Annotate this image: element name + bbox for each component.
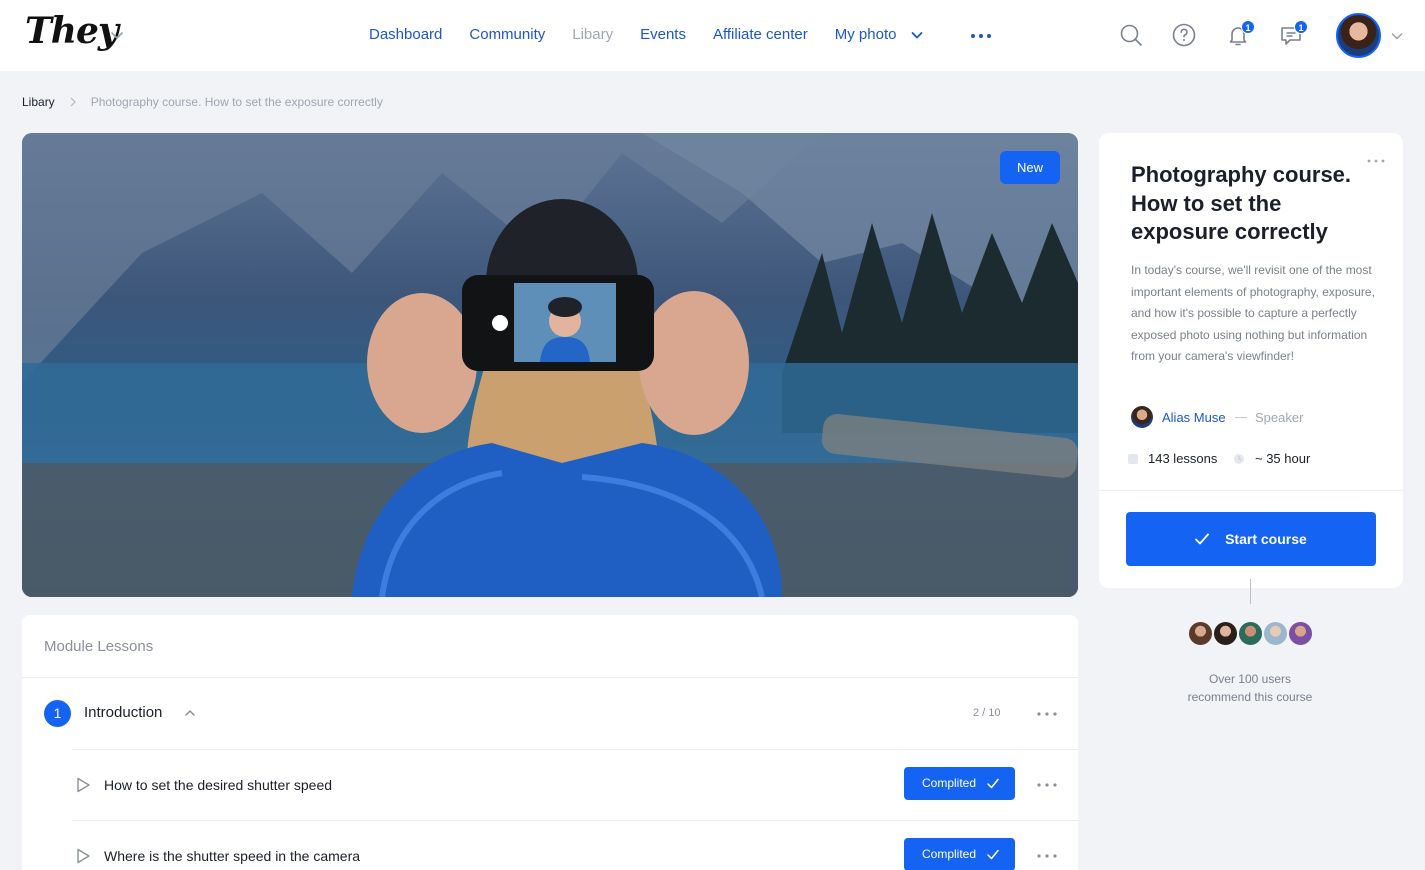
recommend-text: Over 100 users recommend this course [1150, 670, 1350, 706]
section-title: Module Lessons [44, 638, 154, 655]
list-item[interactable]: How to set the desired shutter speed Com… [72, 749, 1078, 820]
start-course-button[interactable]: Start course [1126, 512, 1376, 566]
more-icon[interactable] [969, 28, 993, 44]
new-badge: New [1000, 151, 1060, 184]
avatar[interactable] [1187, 620, 1214, 647]
chevron-right-icon [70, 97, 76, 107]
list-item[interactable]: Where is the shutter speed in the camera… [72, 820, 1078, 870]
cover-illustration [22, 133, 1078, 597]
lessons-icon [1128, 454, 1138, 464]
course-info-panel: Photography course. How to set the expos… [1099, 133, 1403, 588]
completed-label: Complited [922, 776, 977, 790]
avatar[interactable] [1237, 620, 1264, 647]
lesson-title[interactable]: Where is the shutter speed in the camera [104, 848, 360, 864]
nav-my-photo-label: My photo [834, 26, 897, 43]
module-number: 1 [44, 700, 71, 727]
app-logo[interactable]: They [25, 10, 119, 52]
check-icon [987, 778, 999, 789]
divider [72, 749, 1078, 750]
divider [72, 820, 1078, 821]
connector-line [1250, 579, 1251, 604]
check-icon [1195, 533, 1210, 545]
more-icon[interactable] [1036, 709, 1058, 719]
nav-dashboard[interactable]: Dashboard [369, 26, 442, 43]
main-nav: Dashboard Community Libary Events Affili… [369, 26, 951, 43]
module-lessons-card: Module Lessons 1 Introduction 2 / 10 How… [22, 615, 1078, 870]
clock-icon [1234, 454, 1244, 464]
breadcrumb: Libary Photography course. How to set th… [22, 95, 383, 109]
nav-affiliate-center[interactable]: Affiliate center [713, 26, 808, 43]
nav-libary[interactable]: Libary [572, 26, 613, 43]
search-icon[interactable] [1119, 23, 1143, 47]
speaker-name[interactable]: Alias Muse [1162, 410, 1226, 425]
breadcrumb-current: Photography course. How to set the expos… [90, 95, 383, 109]
chevron-down-icon [911, 32, 923, 39]
nav-my-photo[interactable]: My photo [835, 26, 924, 43]
avatar[interactable] [1336, 13, 1381, 58]
start-course-label: Start course [1225, 531, 1307, 547]
course-description: In today's course, we'll revisit one of … [1131, 263, 1375, 363]
nav-events[interactable]: Events [640, 26, 686, 43]
recommend-line-1: Over 100 users [1208, 672, 1292, 686]
lesson-title[interactable]: How to set the desired shutter speed [104, 777, 332, 793]
help-icon[interactable] [1172, 23, 1196, 47]
module-progress: 2 / 10 [973, 707, 1001, 719]
completed-button[interactable]: Complited [904, 767, 1015, 800]
course-cover-image: New [22, 133, 1078, 597]
nav-community[interactable]: Community [469, 26, 545, 43]
avatar[interactable] [1212, 620, 1239, 647]
avatar[interactable] [1262, 620, 1289, 647]
message-badge: 1 [1294, 20, 1308, 34]
breadcrumb-root[interactable]: Libary [22, 95, 55, 109]
speaker-avatar[interactable] [1131, 406, 1153, 428]
avatar[interactable] [1287, 620, 1314, 647]
divider [22, 677, 1078, 678]
course-title: Photography course. How to set the expos… [1131, 162, 1352, 244]
completed-label: Complited [922, 847, 977, 861]
play-icon[interactable] [75, 848, 91, 864]
module-title[interactable]: Introduction [84, 704, 162, 721]
play-icon[interactable] [75, 777, 91, 793]
chevron-up-icon[interactable] [183, 706, 197, 720]
lessons-count: 143 lessons [1148, 451, 1218, 466]
notification-badge: 1 [1241, 20, 1255, 34]
recommend-line-2: recommend this course [1187, 690, 1313, 704]
more-icon[interactable] [1036, 851, 1058, 861]
divider [1099, 490, 1403, 491]
chevron-down-icon[interactable] [108, 26, 126, 44]
chevron-down-icon[interactable] [1390, 29, 1404, 43]
check-icon [987, 849, 999, 860]
completed-button[interactable]: Complited [904, 838, 1015, 870]
course-duration: ~ 35 hour [1255, 451, 1311, 466]
divider [1235, 417, 1247, 418]
speaker-role: Speaker [1255, 410, 1304, 425]
top-header: They Dashboard Community Libary Events A… [0, 0, 1425, 71]
more-icon[interactable] [1036, 780, 1058, 790]
